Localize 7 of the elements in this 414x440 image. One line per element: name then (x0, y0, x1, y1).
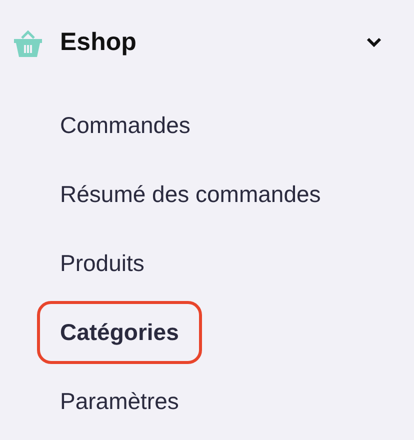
menu-item[interactable]: Commandes (37, 94, 214, 157)
menu-item[interactable]: Résumé des commandes (37, 163, 344, 226)
section-title[interactable]: Eshop (60, 28, 136, 56)
menu-item[interactable]: Paramètres (37, 370, 202, 433)
menu-item[interactable]: Produits (37, 232, 168, 295)
chevron-down-icon[interactable] (366, 37, 382, 47)
menu-item[interactable]: Catégories (37, 301, 202, 364)
